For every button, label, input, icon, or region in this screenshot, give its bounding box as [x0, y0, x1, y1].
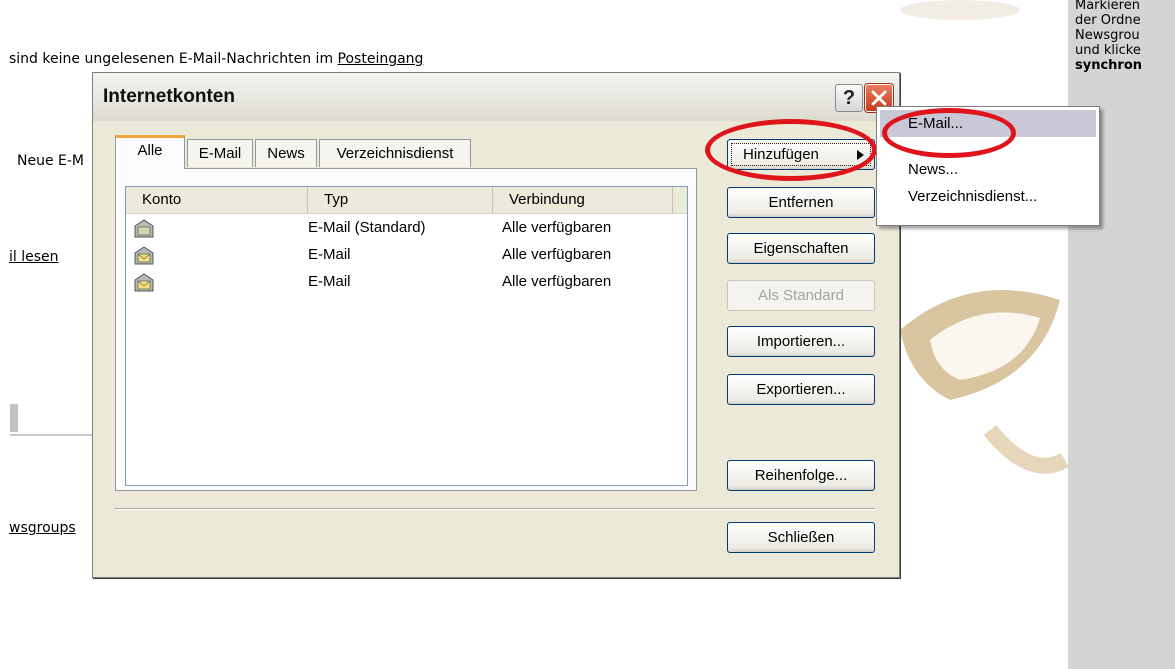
properties-button[interactable]: Eigenschaften [727, 233, 875, 264]
table-row[interactable]: E-Mail Alle verfügbaren [126, 241, 687, 268]
export-button[interactable]: Exportieren... [727, 374, 875, 405]
tab-email[interactable]: E-Mail [187, 139, 253, 167]
highlight-circle-add [705, 119, 877, 181]
import-button[interactable]: Importieren... [727, 326, 875, 357]
tab-news[interactable]: News [255, 139, 317, 167]
table-row[interactable]: E-Mail Alle verfügbaren [126, 268, 687, 295]
right-panel [1068, 0, 1175, 669]
separator [115, 508, 875, 510]
newsgroups-link[interactable]: wsgroups [9, 520, 76, 536]
divider [10, 434, 94, 436]
set-default-button: Als Standard [727, 280, 875, 311]
close-icon [871, 90, 887, 106]
help-button[interactable]: ? [835, 84, 863, 112]
mail-account-icon [134, 219, 154, 238]
help-text: Markieren der Ordne Newsgrou und klicke … [1075, 0, 1143, 73]
remove-button[interactable]: Entfernen [727, 187, 875, 218]
glasses-decoration [900, 0, 1070, 474]
dialog-titlebar[interactable]: Internetkonten ? [93, 73, 899, 121]
table-row[interactable]: E-Mail (Standard) Alle verfügbaren [126, 214, 687, 241]
list-header: Konto Typ Verbindung [126, 187, 687, 214]
menu-item-news[interactable]: News... [880, 156, 1096, 183]
order-button[interactable]: Reihenfolge... [727, 460, 875, 491]
menu-item-directory[interactable]: Verzeichnisdienst... [880, 183, 1096, 210]
new-email-text: Neue E-M [17, 153, 84, 169]
tab-alle[interactable]: Alle [115, 135, 185, 169]
column-typ[interactable]: Typ [308, 187, 493, 213]
inbox-link[interactable]: Posteingang [338, 51, 424, 67]
status-text: sind keine ungelesenen E-Mail-Nachrichte… [9, 51, 424, 67]
mail-account-icon [134, 246, 154, 265]
close-button[interactable]: Schließen [727, 522, 875, 553]
column-konto[interactable]: Konto [126, 187, 308, 213]
column-verbindung[interactable]: Verbindung [493, 187, 673, 213]
accounts-list[interactable]: Konto Typ Verbindung E-Mail (Standard) A… [125, 186, 688, 486]
mail-account-icon [134, 273, 154, 292]
read-mail-link[interactable]: il lesen [9, 249, 59, 265]
side-marker [10, 404, 18, 432]
dialog-title: Internetkonten [103, 86, 235, 107]
highlight-circle-email [882, 108, 1016, 158]
tab-verzeichnisdienst[interactable]: Verzeichnisdienst [319, 139, 471, 167]
